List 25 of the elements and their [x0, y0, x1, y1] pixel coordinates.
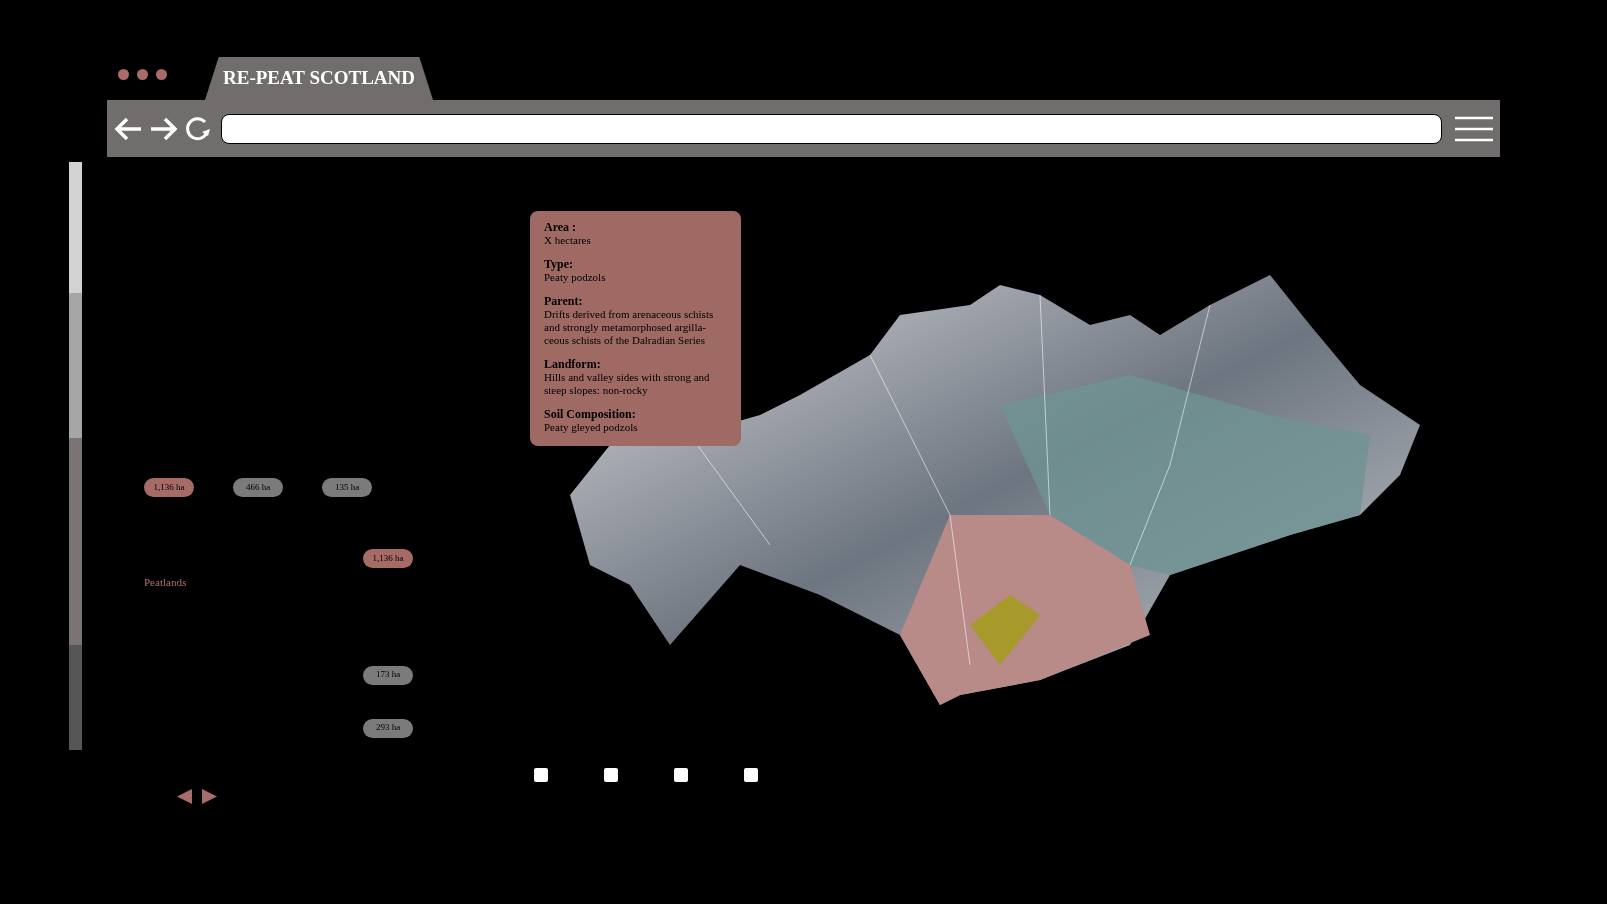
- address-field[interactable]: [221, 113, 1442, 144]
- card-heading: Parent:: [544, 295, 584, 308]
- card-text: Peaty podzols: [544, 271, 607, 284]
- card-heading: Soil Composition:: [544, 408, 637, 421]
- next-arrow-icon[interactable]: [201, 788, 218, 805]
- area-badge: 1,136 ha: [144, 478, 194, 497]
- forward-arrow-icon[interactable]: [149, 115, 179, 142]
- browser-tab[interactable]: RE-PEAT SCOTLAND: [205, 57, 433, 100]
- area-badge: 135 ha: [322, 478, 372, 497]
- area-badge: 293 ha: [363, 718, 413, 738]
- legend-label: Peatlands: [144, 575, 187, 590]
- card-heading: Landform:: [544, 358, 602, 371]
- back-arrow-icon[interactable]: [113, 115, 143, 142]
- previous-arrow-icon[interactable]: [176, 788, 193, 805]
- area-badge: 466 ha: [233, 478, 283, 497]
- card-text: Drifts derived from arenaceous schists and strongly metamorphosed argilla-ceous schists of the Dalradian Series: [544, 308, 715, 347]
- card-heading: Area :: [544, 221, 578, 234]
- card-text: Hills and valley sides with strong and steep slopes: non-rocky: [544, 371, 711, 397]
- menu-icon[interactable]: [1454, 114, 1494, 143]
- area-badge: 173 ha: [363, 665, 413, 685]
- reload-icon[interactable]: [185, 115, 211, 142]
- card-text: X hectares: [544, 234, 592, 247]
- area-badge: 1,136 ha: [363, 549, 413, 568]
- card-heading: Type:: [544, 258, 575, 271]
- card-text: Peaty gleyed podzols: [544, 421, 639, 434]
